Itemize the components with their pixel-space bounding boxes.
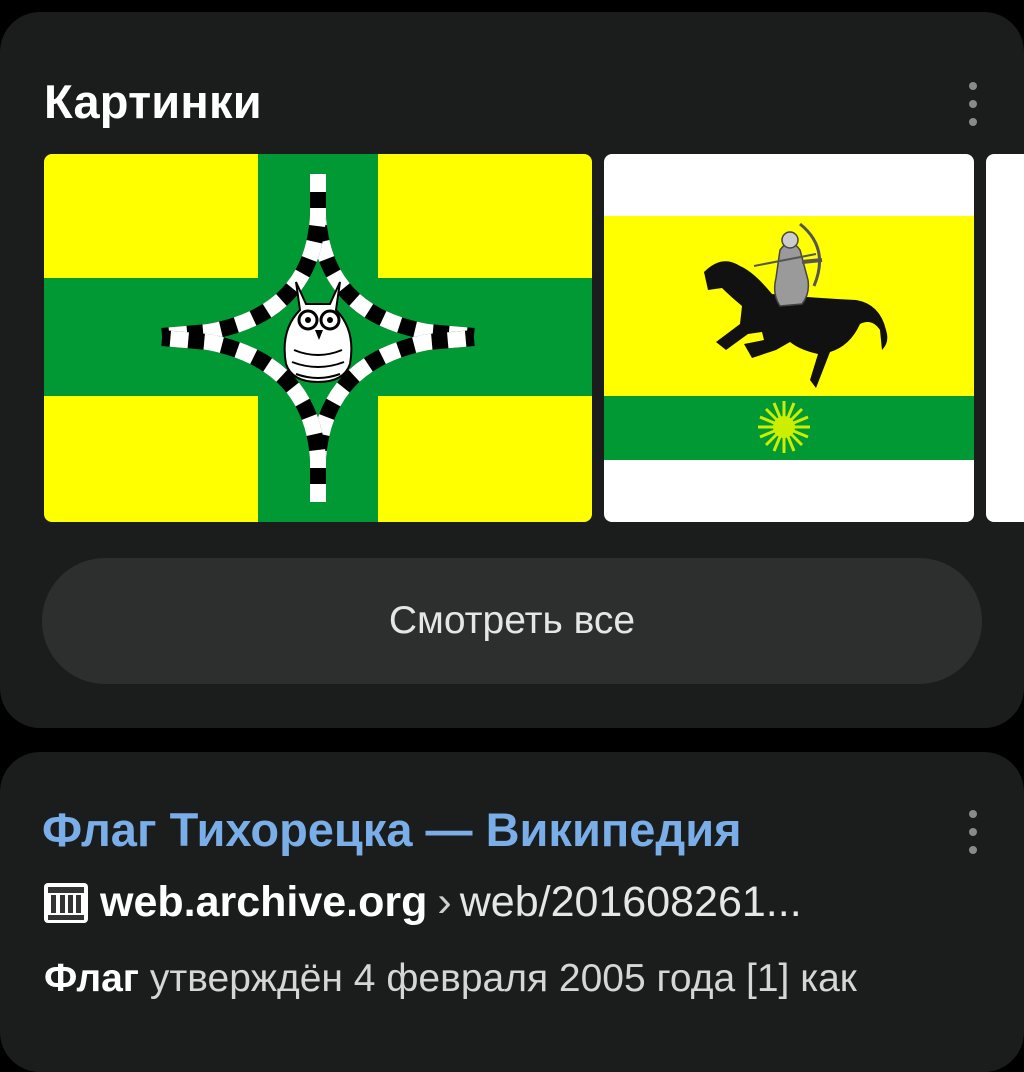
breadcrumb-separator: › bbox=[437, 878, 452, 926]
result-url[interactable]: web.archive.org › web/201608261... bbox=[44, 878, 802, 927]
tikhoretsk-district-flag-owl-icon bbox=[44, 154, 592, 522]
tikhoretsk-flag-horseman-icon bbox=[604, 154, 974, 522]
image-thumbnail[interactable] bbox=[44, 154, 592, 522]
result-snippet: Флаг утверждён 4 февраля 2005 года [1] к… bbox=[44, 950, 1004, 1008]
images-more-options-icon[interactable] bbox=[966, 82, 980, 126]
snippet-text: утверждён 4 февраля 2005 года [1] как bbox=[149, 957, 857, 1000]
result-title-link[interactable]: Флаг Тихорецка — Википедия bbox=[42, 802, 742, 857]
result-url-host: web.archive.org bbox=[100, 878, 428, 926]
search-result-card: Флаг Тихорецка — Википедия web.archive.o… bbox=[0, 752, 1024, 1072]
image-thumbnail-partial[interactable] bbox=[986, 154, 1024, 522]
images-card: Картинки Смотреть все bbox=[0, 12, 1024, 728]
see-all-images-button[interactable]: Смотреть все bbox=[42, 558, 982, 684]
images-card-title: Картинки bbox=[44, 75, 262, 128]
image-thumbnail[interactable] bbox=[604, 154, 974, 522]
archive-building-icon bbox=[44, 882, 88, 923]
result-more-options-icon[interactable] bbox=[966, 810, 980, 854]
result-url-path: web/201608261... bbox=[459, 878, 802, 926]
snippet-bold: Флаг bbox=[44, 957, 140, 1000]
image-thumbnails-strip[interactable] bbox=[0, 154, 1024, 522]
